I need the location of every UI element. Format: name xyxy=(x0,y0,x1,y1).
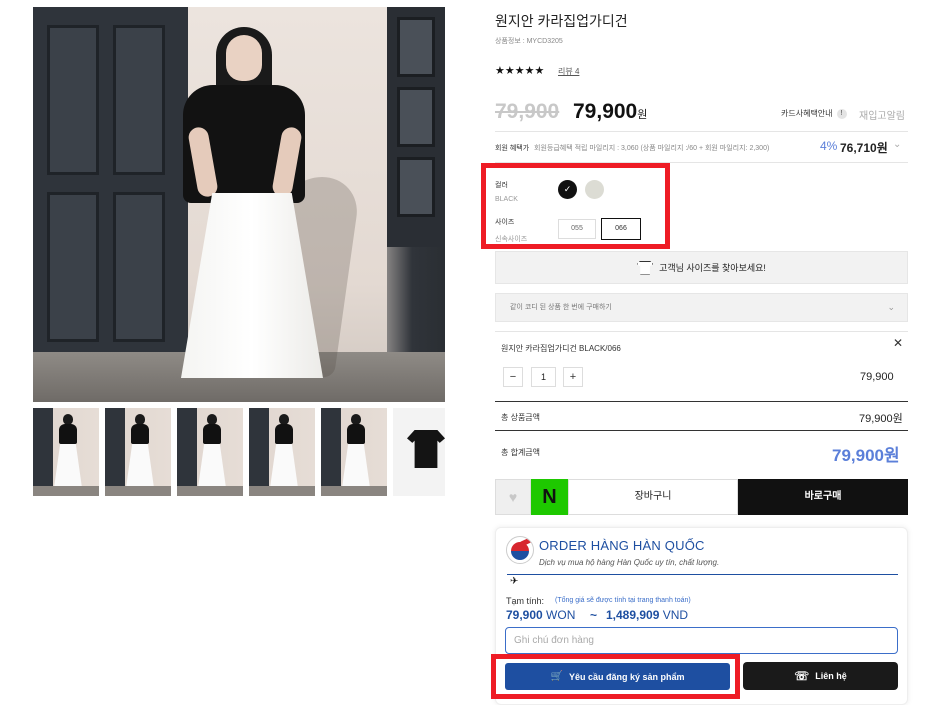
photo-door-right xyxy=(387,7,445,247)
buy-now-button[interactable]: 바로구매 xyxy=(738,479,908,515)
member-benefit-label: 회원 혜택가 xyxy=(495,145,530,152)
model-face xyxy=(226,35,262,81)
thumbnail-5[interactable] xyxy=(321,408,387,496)
korea-flag-logo-icon xyxy=(506,536,534,564)
card-benefit-label: 카드사혜택안내 xyxy=(781,109,833,118)
card-benefit-link[interactable]: 카드사혜택안내 ! xyxy=(781,108,847,119)
naver-pay-button[interactable]: N xyxy=(531,479,568,515)
main-product-image[interactable] xyxy=(33,7,445,402)
contact-label: Liên hệ xyxy=(815,671,847,681)
cart-icon: 🛒 xyxy=(550,671,563,682)
total-label: 총 합계금액 xyxy=(501,448,541,457)
rating-stars-icon: ★★★★★ xyxy=(495,65,545,77)
divider xyxy=(495,401,908,402)
order-widget-title: ORDER HÀNG HÀN QUỐC xyxy=(539,538,705,553)
shirt-icon xyxy=(637,260,654,275)
estimate-label: Tạm tính: xyxy=(506,596,545,606)
member-price: 76,710원 xyxy=(840,141,888,155)
total-value: 79,900원 xyxy=(832,446,900,465)
thumbnail-6-product[interactable] xyxy=(393,408,445,496)
divider xyxy=(495,131,908,132)
request-product-label: Yêu cầu đăng ký sản phẩm xyxy=(568,671,685,682)
order-note-input[interactable] xyxy=(505,627,898,654)
chevron-down-icon: ⌄ xyxy=(887,302,895,312)
thumbnail-1[interactable] xyxy=(33,408,99,496)
info-icon: ! xyxy=(836,108,847,119)
divider xyxy=(507,574,898,575)
order-widget-subtitle: Dịch vụ mua hộ hàng Hàn Quốc uy tín, chấ… xyxy=(539,558,720,567)
thumbnail-4[interactable] xyxy=(249,408,315,496)
chevron-down-icon[interactable]: ⌄ xyxy=(893,139,901,150)
plane-icon: ✈ xyxy=(510,576,519,587)
review-link[interactable]: 리뷰 4 xyxy=(558,66,579,77)
subtotal-value: 79,900원 xyxy=(859,413,903,425)
wishlist-heart-icon[interactable]: ♥ xyxy=(495,479,531,515)
coordi-bundle-dropdown[interactable]: 같이 코디 된 상품 한 번에 구매하기 ⌄ xyxy=(495,293,908,322)
product-code: 상품정보 : MYCD3205 xyxy=(495,38,563,45)
photo-door-left xyxy=(33,7,188,402)
phone-icon: ☏ xyxy=(794,669,810,683)
member-benefit-detail: 회원등급혜택 적립 마일리지 : 3,060 (상품 마일리지 :/60 + 회… xyxy=(534,145,770,152)
coordi-label: 같이 코디 된 상품 한 번에 구매하기 xyxy=(510,304,612,311)
close-icon[interactable]: ✕ xyxy=(893,336,903,350)
add-to-cart-button[interactable]: 장바구니 xyxy=(568,479,738,515)
estimate-note: (Tổng giá sẽ được tính tại trang thanh t… xyxy=(555,597,691,604)
currency-unit: 원 xyxy=(637,109,648,121)
qty-plus-button[interactable]: + xyxy=(563,367,583,387)
thumbnail-3[interactable] xyxy=(177,408,243,496)
qty-minus-button[interactable]: − xyxy=(503,367,523,387)
request-product-button[interactable]: 🛒 Yêu cầu đăng ký sản phẩm xyxy=(505,663,730,690)
original-price: 79,900 xyxy=(495,100,560,123)
estimate-won: 79,900 WON xyxy=(506,608,576,622)
sale-price: 79,900원 xyxy=(573,100,648,123)
product-title: 원지안 카라집업가디건 xyxy=(495,13,628,29)
estimate-vnd: 1,489,909 VND xyxy=(606,608,689,622)
thumbnail-2[interactable] xyxy=(105,408,171,496)
divider xyxy=(495,430,908,431)
contact-button[interactable]: ☏ Liên hệ xyxy=(743,662,898,690)
highlight-box-options xyxy=(481,163,670,249)
qty-input[interactable]: 1 xyxy=(531,367,556,387)
size-finder-label: 고객님 사이즈를 찾아보세요! xyxy=(659,263,766,273)
subtotal-label: 총 상품금액 xyxy=(501,413,541,422)
size-finder-button[interactable]: 고객님 사이즈를 찾아보세요! xyxy=(495,251,908,284)
divider xyxy=(495,331,908,332)
selected-item-name: 원지안 카라집업가디건 BLACK/066 xyxy=(501,344,621,353)
thumbnail-strip xyxy=(33,408,445,496)
restock-alert-button[interactable]: 재입고알림 xyxy=(859,107,905,122)
estimate-separator: ~ xyxy=(590,608,598,622)
member-discount-percent: 4% xyxy=(820,139,838,153)
selected-item-price: 79,900 xyxy=(860,371,894,383)
